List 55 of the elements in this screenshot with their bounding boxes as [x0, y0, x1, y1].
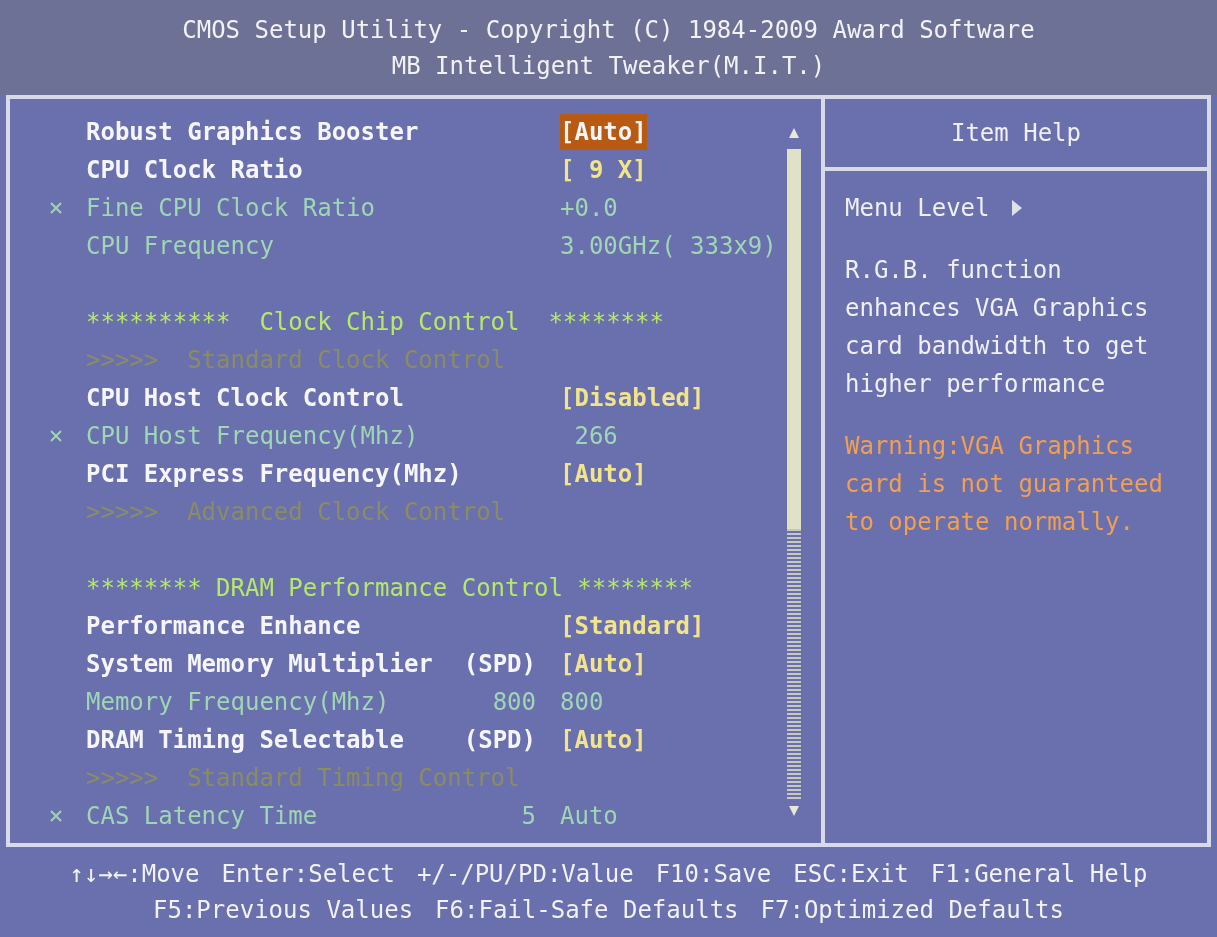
- key-hint: F5:Previous Values: [153, 895, 414, 926]
- setting-value: +0.0: [560, 193, 618, 224]
- key-hint: ↑↓→←:Move: [69, 859, 200, 890]
- setting-label: DRAM Timing Selectable: [86, 725, 405, 756]
- section-header: ******** DRAM Performance Control ********: [86, 573, 693, 604]
- title-text: CMOS Setup Utility - Copyright (C) 1984-2009 Award Software: [182, 14, 1035, 46]
- setting-value[interactable]: [Disabled]: [560, 380, 705, 416]
- setting-value[interactable]: [Auto]: [560, 722, 647, 758]
- menu-level-label: Menu Level: [845, 193, 990, 224]
- section-header: >>>>> Standard Clock Control: [86, 345, 506, 376]
- setting-label: CPU Host Frequency(Mhz): [86, 421, 420, 452]
- setting-label: PCI Express Frequency(Mhz): [86, 459, 456, 490]
- setting-value: 800: [560, 687, 604, 718]
- key-hint: F6:Fail-Safe Defaults: [435, 895, 739, 926]
- key-hint: F1:General Help: [930, 859, 1148, 890]
- setting-label: System Memory Multiplier: [86, 649, 434, 680]
- warning-text: Warning:VGA Graphics card is not guaranteed to operate normally.: [845, 431, 1164, 538]
- panel-title: Item Help: [825, 99, 1207, 171]
- section-header: ********** Clock Chip Control ********: [86, 307, 664, 338]
- setting-detail: 5: [520, 801, 536, 832]
- setting-value: 3.00GHz( 333x9): [560, 231, 777, 262]
- setting-value[interactable]: [Auto]: [560, 114, 647, 150]
- setting-label: CPU Frequency: [86, 231, 275, 262]
- setting-value: Auto: [560, 801, 618, 832]
- key-hint: F7:Optimized Defaults: [760, 895, 1064, 926]
- scroll-thumb[interactable]: [787, 149, 801, 529]
- help-text: R.G.B. function enhances VGA Graphics card bandwidth to get higher performance: [845, 255, 1150, 400]
- locked-icon: [50, 430, 62, 442]
- setting-label: Performance Enhance: [86, 611, 362, 642]
- key-hint: F10:Save: [655, 859, 772, 890]
- scroll-down-icon[interactable]: [788, 805, 800, 817]
- setting-detail: (SPD): [462, 725, 536, 756]
- setting-label: CPU Clock Ratio: [86, 155, 304, 186]
- setting-label: CPU Host Clock Control: [86, 383, 405, 414]
- setting-value[interactable]: [ 9 X]: [560, 152, 647, 188]
- setting-value[interactable]: [Standard]: [560, 608, 705, 644]
- setting-label: Fine CPU Clock Ratio: [86, 193, 376, 224]
- setting-detail: 800: [491, 687, 536, 718]
- section-header: >>>>> Standard Timing Control: [86, 763, 520, 794]
- scroll-up-icon[interactable]: [788, 127, 800, 139]
- setting-detail: (SPD): [462, 649, 536, 680]
- setting-value[interactable]: [Auto]: [560, 456, 647, 492]
- section-header: >>>>> Advanced Clock Control: [86, 497, 506, 528]
- right-arrow-icon: [1011, 200, 1022, 216]
- setting-value[interactable]: [Auto]: [560, 646, 647, 682]
- key-hint: ESC:Exit: [793, 859, 909, 890]
- setting-label: Robust Graphics Booster: [86, 117, 420, 148]
- key-hint: +/-/PU/PD:Value: [416, 859, 634, 890]
- setting-label: Memory Frequency(Mhz): [86, 687, 391, 718]
- key-hint: Enter:Select: [221, 859, 395, 890]
- title-text: MB Intelligent Tweaker(M.I.T.): [391, 50, 826, 82]
- setting-value: 266: [573, 421, 618, 452]
- locked-icon: [50, 810, 62, 822]
- locked-icon: [50, 202, 62, 214]
- setting-label: CAS Latency Time: [86, 801, 319, 832]
